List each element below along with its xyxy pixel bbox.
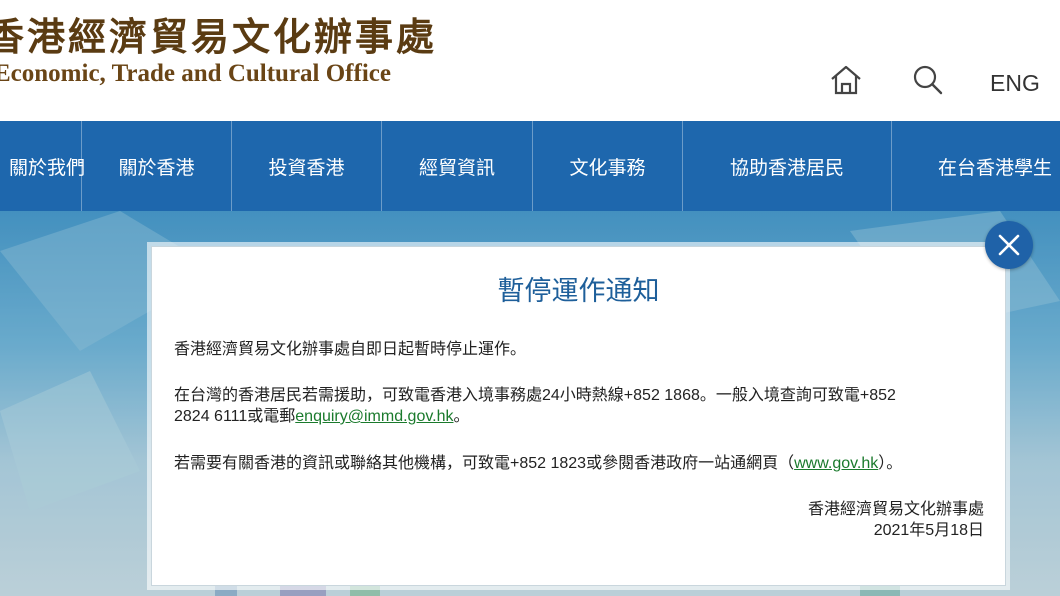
- logo-chinese[interactable]: 香港經濟貿易文化辦事處: [0, 6, 437, 61]
- paragraph-2-line-2: 2824 6111或電郵enquiry@immd.gov.hk。: [174, 406, 974, 427]
- notice-paragraph-1: 香港經濟貿易文化辦事處自即日起暫時停止運作。: [174, 341, 527, 358]
- nav-item-label: 關於香港: [118, 157, 195, 179]
- language-toggle[interactable]: ENG: [990, 70, 1040, 97]
- nav-item-label: 投資香港: [268, 157, 345, 179]
- notice-date: 2021年5月18日: [873, 522, 984, 539]
- close-icon: [998, 234, 1020, 256]
- search-icon[interactable]: [908, 60, 948, 100]
- logo-english[interactable]: Economic, Trade and Cultural Office: [0, 60, 391, 88]
- nav-item-label: 經貿資訊: [418, 157, 495, 179]
- nav-item-label: 在台香港學生: [938, 157, 1053, 179]
- nav-item-cultural-affairs[interactable]: 文化事務: [533, 121, 683, 211]
- paragraph-2-text: 2824 6111或電郵: [174, 408, 296, 425]
- close-modal-button[interactable]: [985, 221, 1033, 269]
- paragraph-2-line-1: 在台灣的香港居民若需援助，可致電香港入境事務處24小時熱線+852 1868。一…: [174, 387, 896, 404]
- home-icon[interactable]: [826, 60, 866, 100]
- nav-item-trade-info[interactable]: 經貿資訊: [382, 121, 533, 211]
- signature-block: 香港經濟貿易文化辦事處 2021年5月18日: [808, 499, 984, 541]
- nav-item-assist-residents[interactable]: 協助香港居民: [683, 121, 892, 211]
- nav-item-label: 文化事務: [569, 157, 646, 179]
- paragraph-2-end: 。: [453, 408, 470, 425]
- signature-org: 香港經濟貿易文化辦事處: [807, 501, 984, 518]
- paragraph-3-end: ）。: [878, 455, 903, 472]
- paragraph-3-text: 若需要有關香港的資訊或聯絡其他機構，可致電+852 1823或參閱香港政府一站通…: [174, 455, 795, 472]
- nav-item-label: 協助香港居民: [729, 157, 844, 179]
- site-header: 香港經濟貿易文化辦事處 Economic, Trade and Cultural…: [0, 0, 1060, 121]
- nav-item-label: 關於我們: [8, 157, 85, 179]
- nav-item-invest-hk[interactable]: 投資香港: [232, 121, 382, 211]
- nav-item-hk-students[interactable]: 在台香港學生: [892, 121, 1060, 211]
- nav-item-about-us[interactable]: 關於我們: [0, 121, 85, 211]
- main-nav: 關於我們 關於香港 投資香港 經貿資訊 文化事務 協助香港居民 在台香港學生: [0, 121, 1060, 211]
- modal-title: 暫停運作通知: [497, 276, 660, 306]
- notice-paragraph-3: 若需要有關香港的資訊或聯絡其他機構，可致電+852 1823或參閱香港政府一站通…: [174, 453, 974, 474]
- email-link[interactable]: enquiry@immd.gov.hk: [295, 408, 453, 425]
- gov-hk-link[interactable]: www.gov.hk: [794, 455, 878, 472]
- notice-paragraph-2: 在台灣的香港居民若需援助，可致電香港入境事務處24小時熱線+852 1868。一…: [174, 385, 974, 427]
- nav-item-about-hk[interactable]: 關於香港: [82, 121, 232, 211]
- suspension-notice-modal: 暫停運作通知 香港經濟貿易文化辦事處自即日起暫時停止運作。 在台灣的香港居民若需…: [151, 246, 1006, 586]
